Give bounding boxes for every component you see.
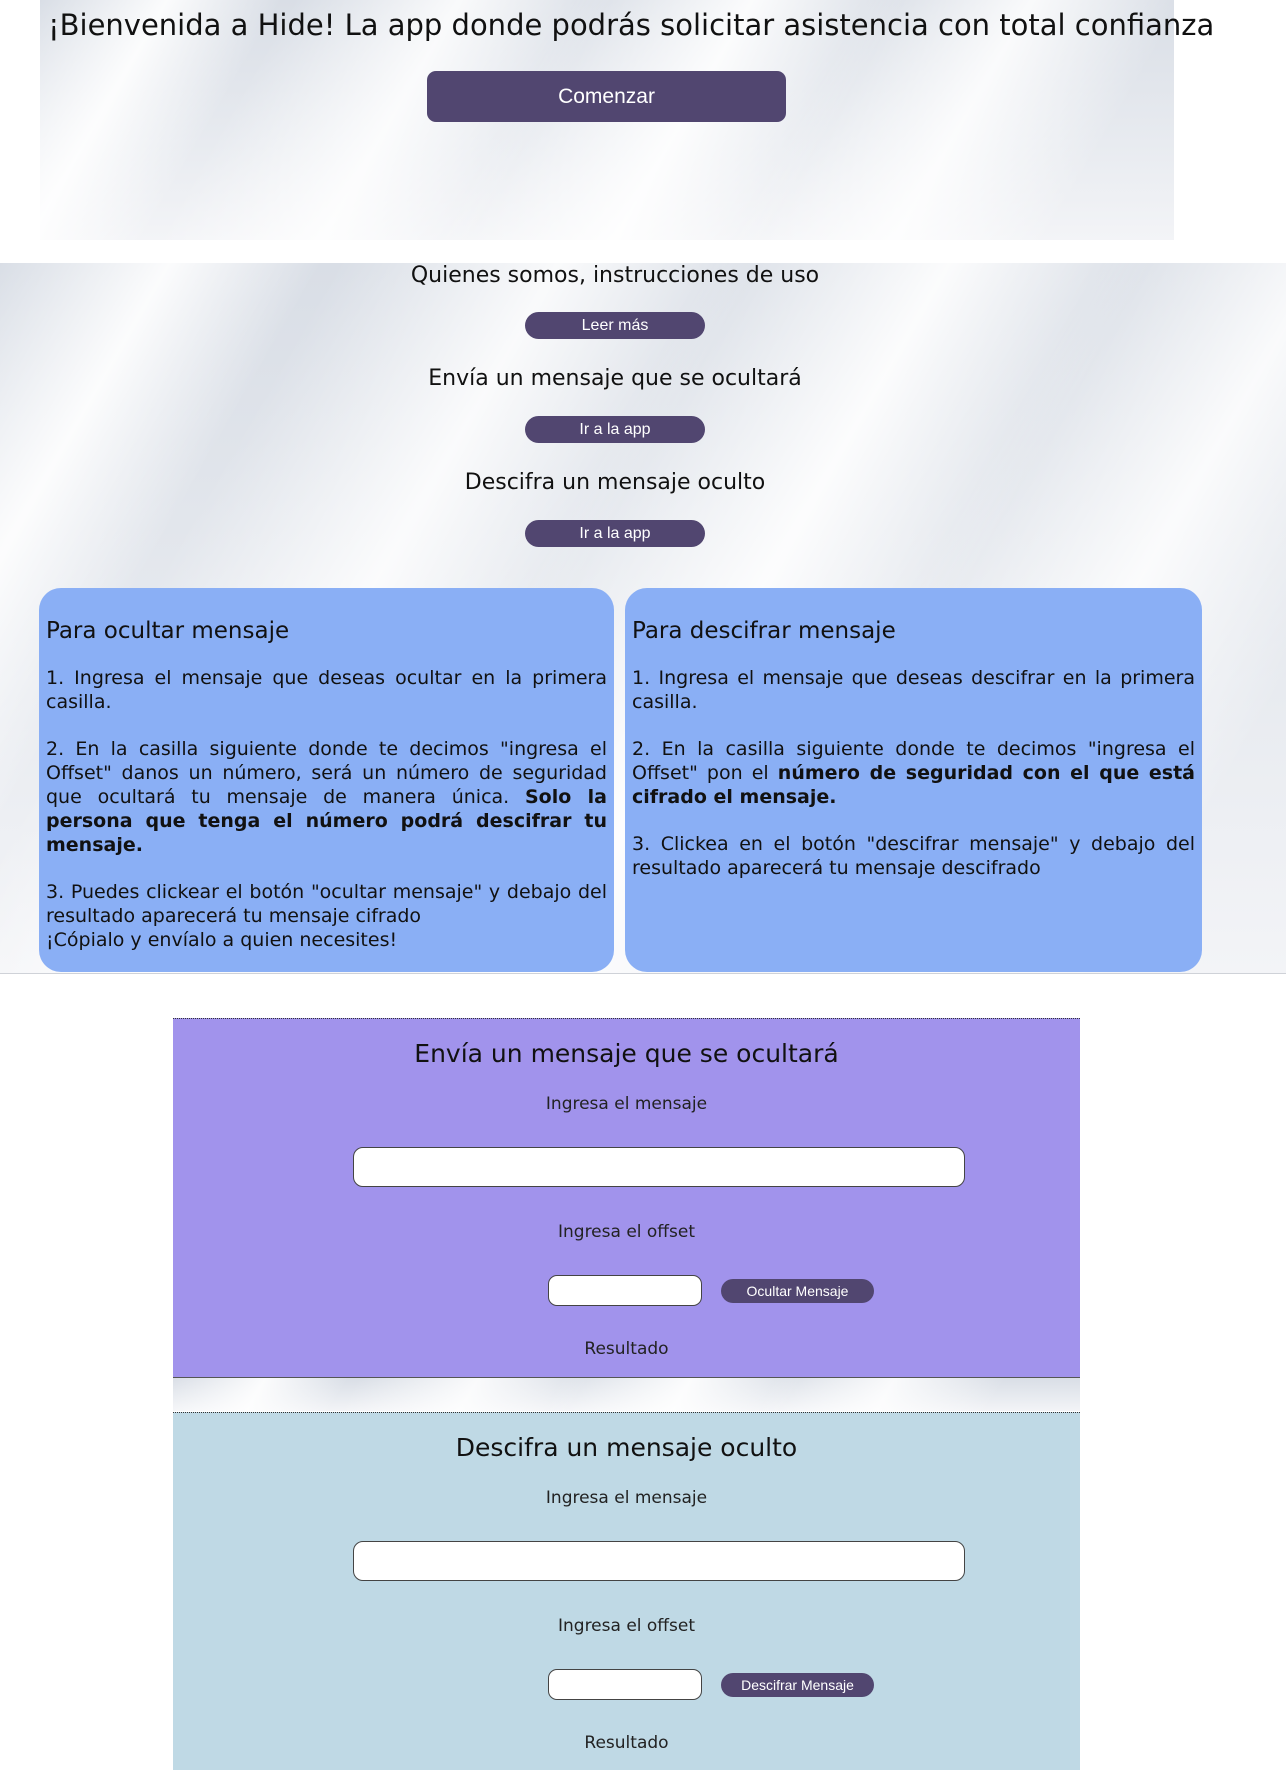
read-more-button[interactable]: Leer más <box>525 312 705 339</box>
decrypt-message-panel: Descifra un mensaje oculto Ingresa el me… <box>173 1412 1080 1770</box>
hide-step-2-text: 2. En la casilla siguiente donde te deci… <box>46 738 607 808</box>
hide-step-3-line2: ¡Cópialo y envíalo a quien necesites! <box>46 929 398 951</box>
hide-step-3: 3. Puedes clickear el botón "ocultar men… <box>46 880 607 952</box>
hide-offset-input[interactable] <box>548 1275 702 1306</box>
hide-message-input[interactable] <box>353 1147 965 1187</box>
hide-step-2: 2. En la casilla siguiente donde te deci… <box>46 737 607 857</box>
decrypt-message-input[interactable] <box>353 1541 965 1581</box>
hide-panel-title: Envía un mensaje que se ocultará <box>414 1039 839 1068</box>
decrypt-step-2: 2. En la casilla siguiente donde te deci… <box>632 737 1195 809</box>
hide-step-1: 1. Ingresa el mensaje que deseas ocultar… <box>46 667 607 713</box>
decrypt-result-label: Resultado <box>584 1733 669 1753</box>
decrypt-offset-input[interactable] <box>548 1669 702 1700</box>
section-divider <box>0 973 1286 974</box>
intro-section: Quienes somos, instrucciones de uso Leer… <box>0 263 1286 973</box>
panel-gap-background <box>173 1378 1080 1411</box>
go-to-hide-app-button[interactable]: Ir a la app <box>525 416 705 443</box>
hide-offset-label: Ingresa el offset <box>557 1222 695 1242</box>
decrypt-step-3: 3. Clickea en el botón "descifrar mensaj… <box>632 833 1195 879</box>
decrypt-card-title: Para descifrar mensaje <box>632 618 896 644</box>
hide-step-3-text: 3. Puedes clickear el botón "ocultar men… <box>46 881 607 927</box>
decrypt-instructions-card: Para descifrar mensaje 1. Ingresa el men… <box>625 588 1202 972</box>
hero-title: ¡Bienvenida a Hide! La app donde podrás … <box>48 8 1215 42</box>
go-to-decrypt-app-button[interactable]: Ir a la app <box>525 520 705 547</box>
hide-message-label: Ingresa el mensaje <box>545 1094 708 1114</box>
decrypt-message-button[interactable]: Descifrar Mensaje <box>721 1673 874 1697</box>
hide-card-title: Para ocultar mensaje <box>46 618 290 644</box>
decrypt-step-1: 1. Ingresa el mensaje que deseas descifr… <box>632 667 1195 713</box>
decrypt-panel-title: Descifra un mensaje oculto <box>455 1433 798 1462</box>
decrypt-section-heading: Descifra un mensaje oculto <box>464 470 766 495</box>
start-button[interactable]: Comenzar <box>427 71 786 122</box>
hide-message-panel: Envía un mensaje que se ocultará Ingresa… <box>173 1018 1080 1378</box>
about-heading: Quienes somos, instrucciones de uso <box>410 263 820 288</box>
hide-section-heading: Envía un mensaje que se ocultará <box>428 366 802 391</box>
decrypt-offset-label: Ingresa el offset <box>557 1616 695 1636</box>
hide-result-label: Resultado <box>584 1339 669 1359</box>
decrypt-message-label: Ingresa el mensaje <box>545 1488 708 1508</box>
hide-message-button[interactable]: Ocultar Mensaje <box>721 1279 874 1303</box>
hide-instructions-card: Para ocultar mensaje 1. Ingresa el mensa… <box>39 588 614 972</box>
hero-section: ¡Bienvenida a Hide! La app donde podrás … <box>0 0 1286 240</box>
